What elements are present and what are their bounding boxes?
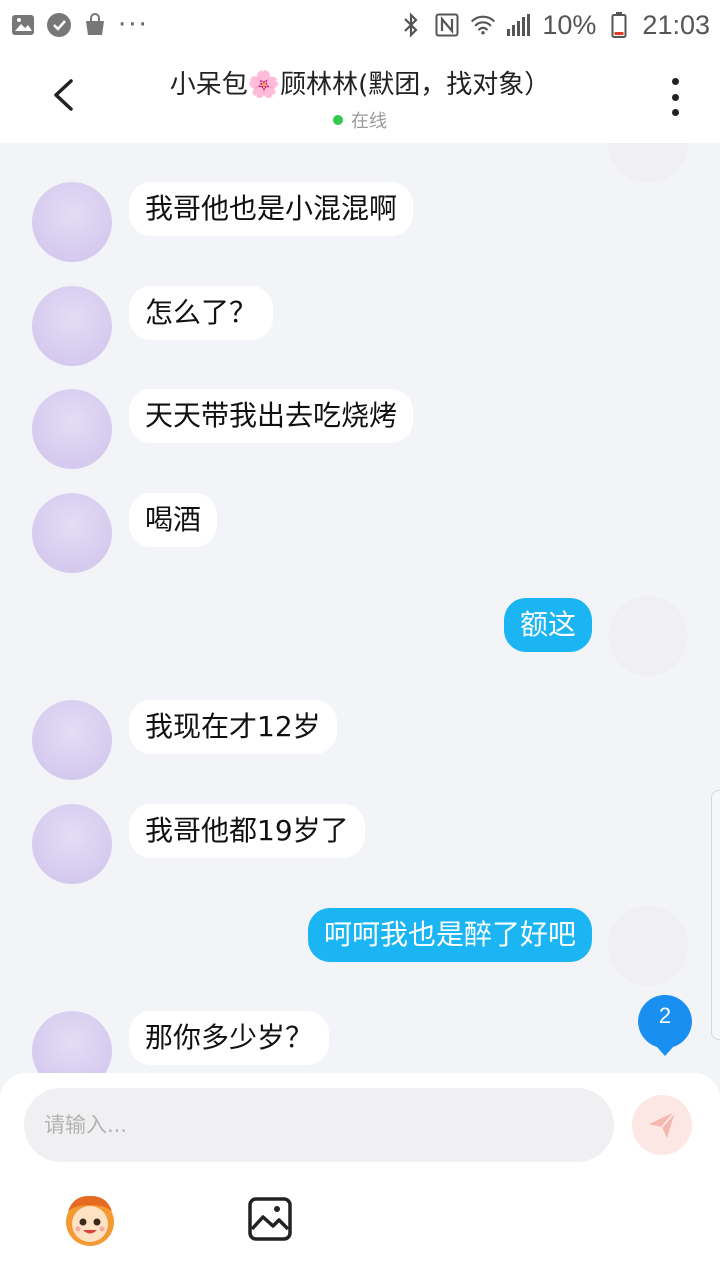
chat-header: 小呆包🌸顾林林(默团，找对象） 在线 <box>0 50 720 143</box>
battery-icon <box>606 12 632 38</box>
self-avatar-partial <box>608 143 688 183</box>
message-row: 我哥他也是小混混啊 <box>0 182 720 272</box>
send-button[interactable] <box>632 1095 692 1155</box>
notification-overflow: ··· <box>118 10 149 40</box>
contact-name: 小呆包🌸顾林林(默团，找对象） <box>169 70 551 100</box>
battery-percent: 10% <box>542 9 597 40</box>
message-bubble[interactable]: 我哥他也是小混混啊 <box>129 182 414 236</box>
chat-screen: ··· 10% 21:03 小呆包🌸顾林林(默团，找对象） 在线 我哥他也是小混… <box>0 0 720 1280</box>
back-button[interactable] <box>40 72 86 118</box>
image-icon <box>248 1197 292 1241</box>
gallery-icon <box>10 12 36 38</box>
message-row: 喝酒 <box>0 493 720 583</box>
clock: 21:03 <box>642 9 710 40</box>
message-row: 天天带我出去吃烧烤 <box>0 389 720 479</box>
unread-count: 2 <box>658 1003 672 1028</box>
message-bubble-own[interactable]: 呵呵我也是醉了好吧 <box>307 908 592 962</box>
message-bubble[interactable]: 我哥他都19岁了 <box>129 804 365 858</box>
nfc-icon <box>434 12 460 38</box>
message-row: 那你多少岁？ <box>0 1011 720 1073</box>
shopping-bag-icon <box>82 12 108 38</box>
settings-sync-icon <box>46 12 72 38</box>
message-bubble[interactable]: 天天带我出去吃烧烤 <box>129 389 414 443</box>
signal-icon <box>506 12 532 38</box>
title-block: 小呆包🌸顾林林(默团，找对象） 在线 <box>110 64 610 133</box>
contact-avatar[interactable] <box>32 286 112 366</box>
online-dot <box>333 115 343 125</box>
unread-badge[interactable]: 2 <box>638 995 692 1056</box>
contact-avatar[interactable] <box>32 182 112 262</box>
scroll-handle[interactable] <box>711 790 720 1040</box>
emoji-button[interactable] <box>60 1189 120 1249</box>
contact-avatar[interactable] <box>32 700 112 780</box>
message-row: 呵呵我也是醉了好吧 <box>0 906 720 998</box>
message-list[interactable]: 我哥他也是小混混啊 怎么了？ 天天带我出去吃烧烤 喝酒 额这 我现在才12岁 我… <box>0 143 720 1073</box>
more-icon-dot <box>671 93 679 101</box>
back-icon <box>54 79 73 111</box>
composer <box>0 1073 720 1280</box>
message-row: 额这 <box>0 596 720 688</box>
self-avatar[interactable] <box>608 596 688 676</box>
more-button[interactable] <box>660 74 690 120</box>
online-status: 在线 <box>110 107 610 133</box>
status-bar: ··· 10% 21:03 <box>0 0 720 50</box>
message-bubble-own[interactable]: 额这 <box>503 598 592 652</box>
send-icon <box>649 1111 676 1138</box>
message-row: 我哥他都19岁了 <box>0 804 720 894</box>
contact-avatar[interactable] <box>32 1011 112 1073</box>
bluetooth-icon <box>398 12 424 38</box>
message-row: 怎么了？ <box>0 286 720 376</box>
online-status-label: 在线 <box>351 111 387 132</box>
message-input[interactable] <box>24 1088 614 1162</box>
status-bar-right: 10% 21:03 <box>398 10 710 41</box>
contact-avatar[interactable] <box>32 493 112 573</box>
emoji-icon <box>66 1195 114 1246</box>
more-icon-dot <box>671 109 679 116</box>
wifi-icon <box>470 12 496 38</box>
message-bubble[interactable]: 怎么了？ <box>129 286 274 340</box>
message-bubble[interactable]: 我现在才12岁 <box>129 700 337 754</box>
more-icon <box>671 78 679 85</box>
contact-avatar[interactable] <box>32 389 112 469</box>
message-row: 我现在才12岁 <box>0 700 720 790</box>
status-bar-left: ··· <box>10 10 149 40</box>
self-avatar[interactable] <box>608 906 688 986</box>
contact-avatar[interactable] <box>32 804 112 884</box>
message-bubble[interactable]: 喝酒 <box>129 493 218 547</box>
message-bubble[interactable]: 那你多少岁？ <box>129 1011 330 1065</box>
image-button[interactable] <box>246 1195 294 1243</box>
